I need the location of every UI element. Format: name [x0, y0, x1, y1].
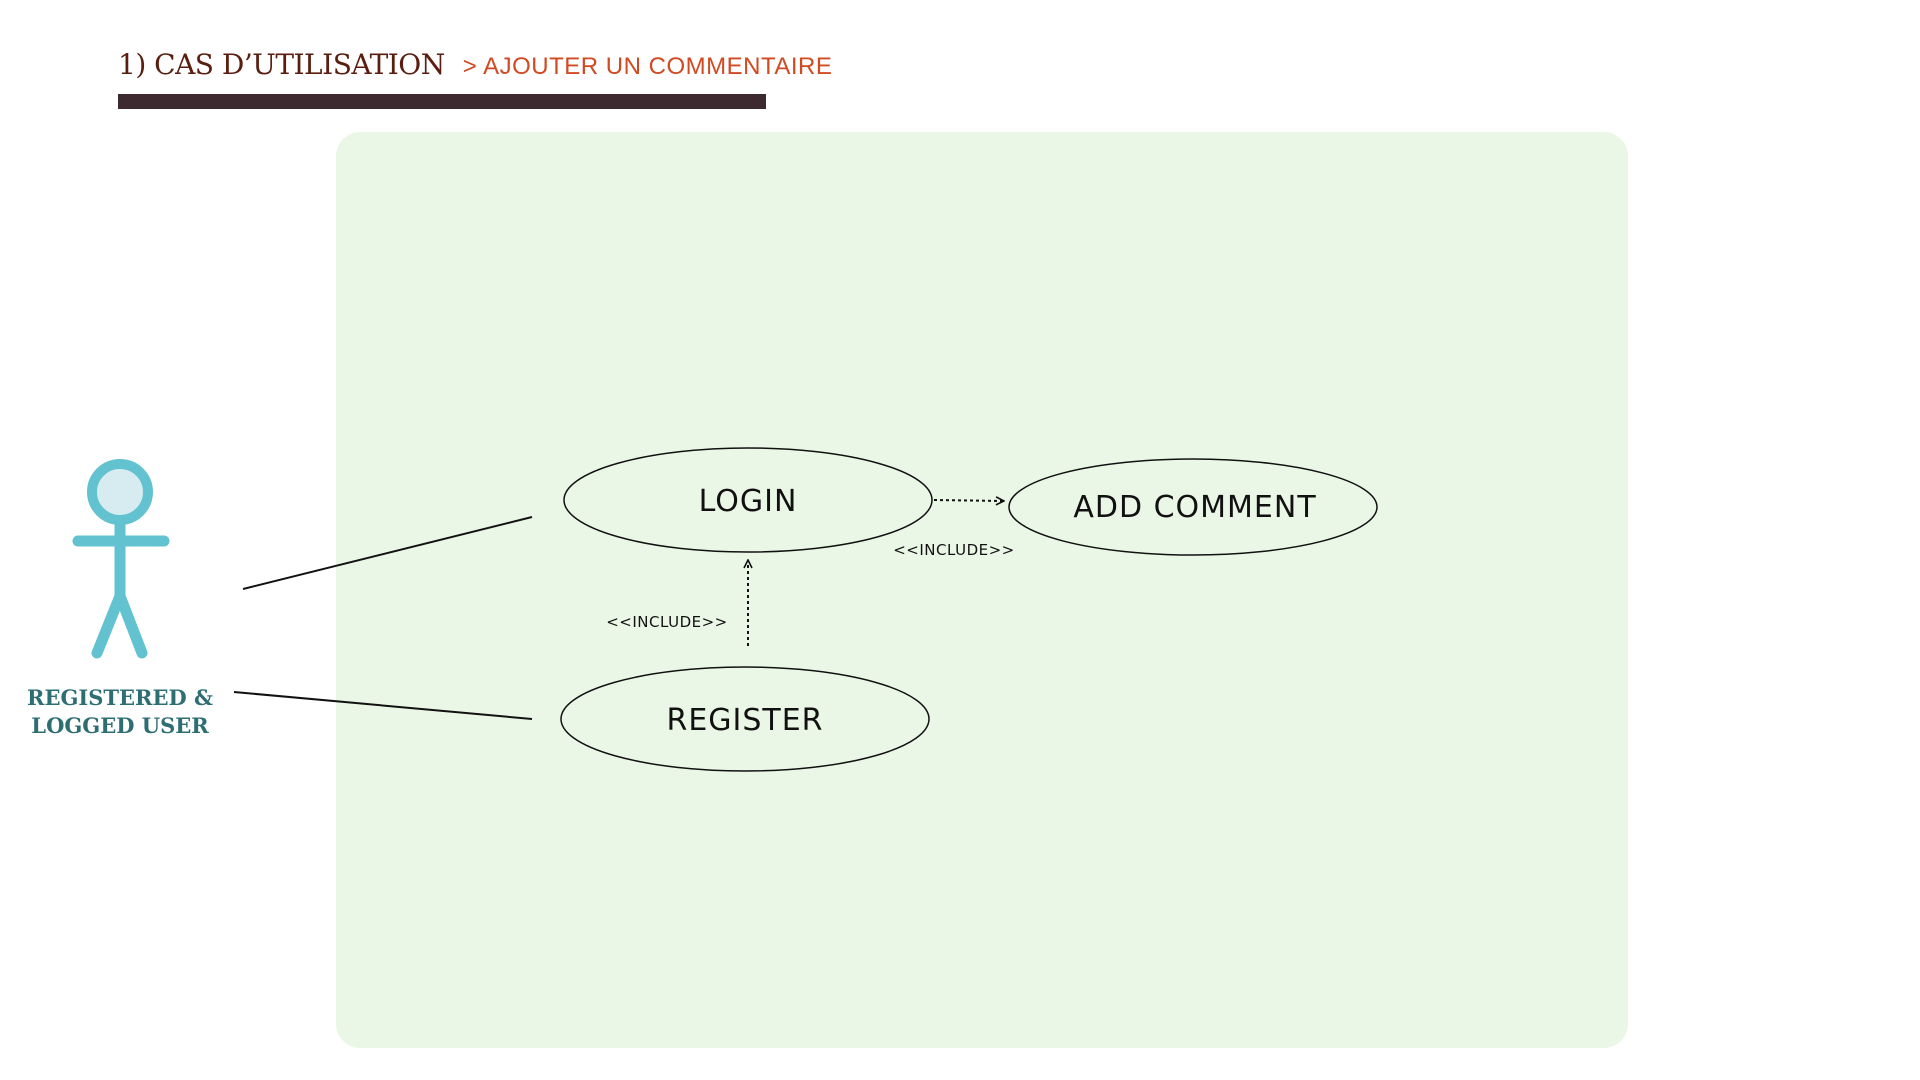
use-case-login: LOGIN	[563, 447, 933, 553]
use-case-add-comment-label: ADD COMMENT	[1073, 490, 1316, 525]
include-label-register-login: <<INCLUDE>>	[606, 613, 728, 631]
use-case-login-label: LOGIN	[699, 484, 798, 519]
association-actor-login	[242, 516, 533, 590]
actor-label: REGISTERED & LOGGED USER	[20, 684, 220, 740]
actor-label-line-1: REGISTERED &	[27, 685, 213, 710]
association-actor-register	[233, 691, 533, 720]
use-case-register-label: REGISTER	[666, 703, 823, 738]
include-label-login-add-comment: <<INCLUDE>>	[893, 541, 1015, 559]
include-arrow-login-to-add-comment	[933, 500, 1004, 501]
actor-label-line-2: LOGGED USER	[31, 713, 209, 738]
use-case-register: REGISTER	[560, 666, 930, 772]
use-case-diagram: LOGIN ADD COMMENT REGISTER <<INCLUDE>> <…	[72, 447, 1378, 772]
stick-figure-actor-icon	[72, 459, 170, 659]
use-case-add-comment: ADD COMMENT	[1008, 458, 1378, 556]
